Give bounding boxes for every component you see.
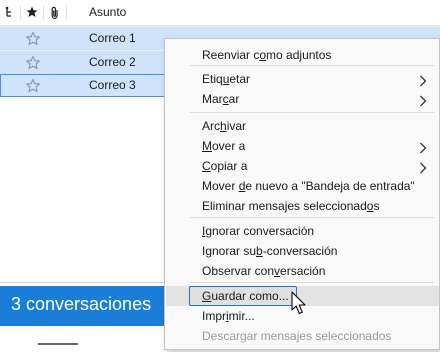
message-subject: Correo 1 [89, 31, 136, 45]
thread-pane-header: Asunto [0, 0, 440, 26]
summary-banner-text: 3 conversaciones [11, 294, 152, 314]
menu-item-archivar[interactable]: Archivar [165, 116, 439, 136]
menu-item-copiar-a[interactable]: Copiar a [165, 156, 439, 176]
message-subject: Correo 3 [89, 78, 136, 92]
menu-item-mover-de-nuevo-a-bandeja-de-entrada[interactable]: Mover de nuevo a "Bandeja de entrada" [165, 176, 439, 196]
header-divider [66, 5, 67, 20]
subject-header-label: Asunto [89, 5, 127, 19]
thread-column-header[interactable] [0, 0, 20, 25]
menu-item-label: Imprimir... [202, 309, 255, 323]
menu-item-reenviar-como-adjuntos[interactable]: Reenviar como adjuntos [165, 45, 439, 65]
menu-item-label: Mover a [202, 139, 246, 153]
menu-item-label: Marcar [202, 92, 240, 106]
summary-content-stub [38, 343, 78, 352]
star-outline-icon[interactable] [25, 55, 41, 71]
thread-icon [0, 6, 20, 18]
star-column-header[interactable] [21, 0, 43, 25]
menu-item-eliminar-mensajes-seleccionados[interactable]: Eliminar mensajes seleccionados [165, 196, 439, 216]
menu-item-guardar-como[interactable]: Guardar como... [189, 286, 297, 306]
message-subject: Correo 2 [89, 55, 136, 69]
menu-separator [190, 65, 434, 66]
menu-item-label: Eliminar mensajes seleccionados [202, 199, 380, 213]
menu-item-mover-a[interactable]: Mover a [165, 136, 439, 156]
menu-item-label: Ignorar sub-conversación [202, 244, 338, 258]
menu-item-label: Etiquetar [202, 72, 251, 86]
menu-item-label: Ignorar conversación [202, 224, 315, 238]
menu-item-label: Mover de nuevo a "Bandeja de entrada" [202, 179, 415, 193]
star-outline-icon[interactable] [25, 31, 41, 47]
mouse-pointer-icon [291, 291, 309, 317]
menu-item-ignorar-conversacion[interactable]: Ignorar conversación [165, 221, 439, 241]
menu-item-label: Descargar mensajes seleccionados [202, 329, 392, 343]
menu-item-label: Observar conversación [202, 264, 326, 278]
menu-separator [190, 217, 434, 218]
attachment-column-header[interactable] [44, 0, 66, 25]
menu-item-label: Copiar a [202, 159, 248, 173]
menu-item-ignorar-sub-conversacion[interactable]: Ignorar sub-conversación [165, 241, 439, 261]
menu-item-label: Reenviar como adjuntos [202, 48, 332, 62]
menu-item-label: Archivar [202, 119, 247, 133]
menu-item-etiquetar[interactable]: Etiquetar [165, 69, 439, 89]
menu-separator [190, 282, 434, 283]
menu-item-descargar-mensajes-seleccionados: Descargar mensajes seleccionados [165, 326, 439, 346]
star-icon [21, 6, 43, 18]
menu-item-label: Guardar como... [202, 289, 289, 303]
menu-item-observar-conversacion[interactable]: Observar conversación [165, 261, 439, 281]
chevron-right-icon [419, 93, 427, 113]
star-outline-icon[interactable] [25, 78, 41, 94]
subject-column-header[interactable]: Asunto [89, 0, 289, 25]
attachment-icon [44, 6, 66, 20]
menu-separator [190, 112, 434, 113]
menu-item-marcar[interactable]: Marcar [165, 89, 439, 109]
